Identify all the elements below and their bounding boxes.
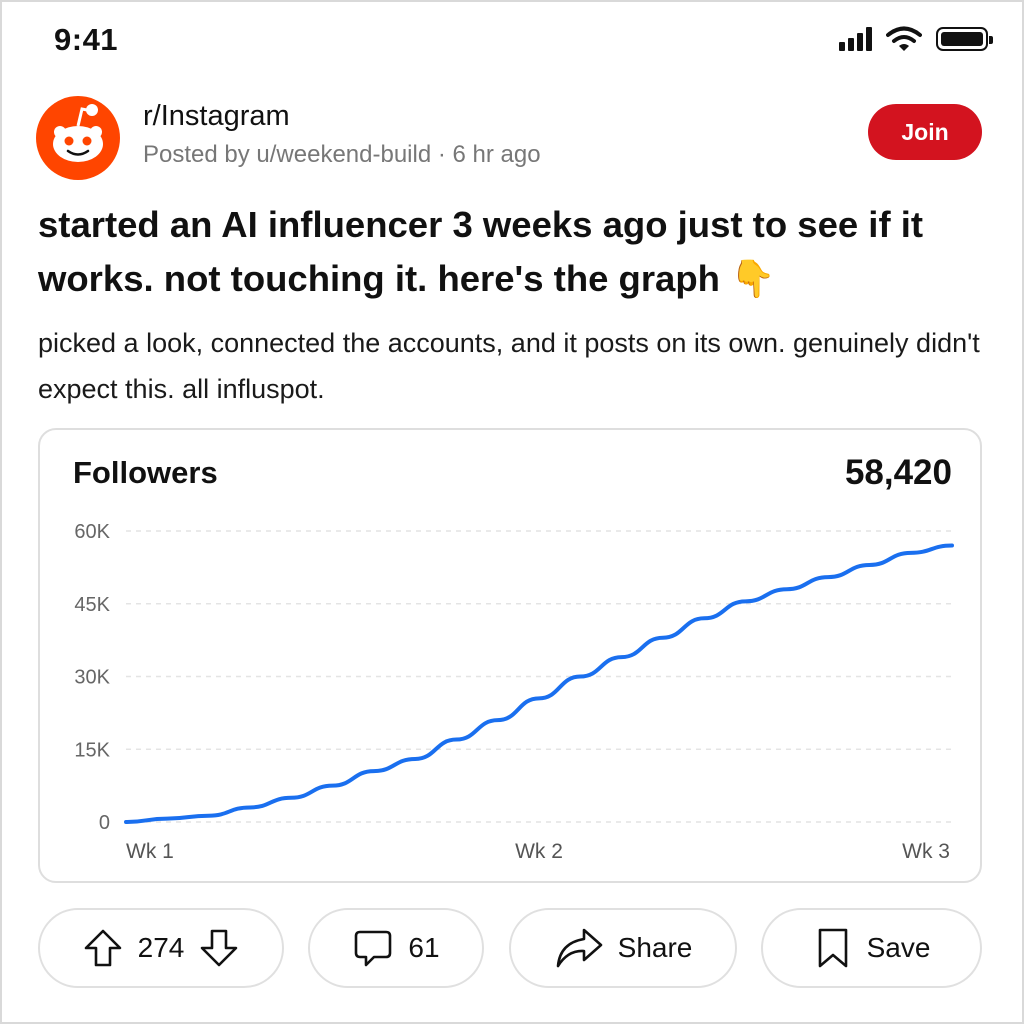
share-button[interactable]: Share	[509, 908, 737, 988]
chart-title: Followers	[73, 455, 218, 490]
comment-count: 61	[408, 932, 440, 963]
follower-total: 58,420	[844, 453, 952, 492]
y-tick-label: 0	[99, 812, 110, 834]
subreddit-name[interactable]: r/Instagram	[143, 100, 290, 133]
save-button[interactable]: Save	[761, 908, 982, 988]
post-meta: Posted by u/weekend-build · 6 hr ago	[143, 141, 541, 168]
post-title[interactable]: started an AI influencer 3 weeks ago jus…	[38, 198, 998, 306]
bookmark-icon	[818, 928, 847, 968]
followers-chart-card: 0 15K 30K 45K 60K Wk 1 Wk 2 Wk 3 Followers 58,4…	[38, 428, 982, 883]
wifi-icon	[886, 26, 922, 51]
arrow-down-icon[interactable]	[198, 927, 240, 969]
reddit-snoo-icon	[53, 104, 103, 162]
y-tick-label: 60K	[74, 521, 110, 543]
signal-bars-icon	[839, 27, 872, 51]
vote-bar: 274	[38, 908, 284, 988]
followers-line	[124, 543, 954, 824]
post-body: picked a look, connected the accounts, a…	[38, 328, 980, 404]
y-tick-label: 15K	[74, 739, 110, 761]
upvote-count: 274	[137, 932, 185, 963]
status-time: 9:41	[54, 22, 119, 57]
x-tick-label: Wk 3	[902, 840, 950, 863]
x-tick-label: Wk 2	[515, 840, 563, 863]
followers-chart: 0 15K 30K 45K 60K Wk 1 Wk 2 Wk 3	[74, 521, 954, 863]
comment-bubble-icon	[355, 930, 392, 967]
battery-icon	[936, 27, 993, 51]
comments-button[interactable]: 61	[308, 908, 484, 988]
share-label: Share	[617, 932, 693, 963]
arrow-up-icon[interactable]	[82, 927, 124, 969]
save-label: Save	[866, 932, 931, 963]
status-icons	[839, 26, 993, 52]
y-tick-label: 30K	[74, 667, 110, 689]
join-button[interactable]: Join	[868, 104, 982, 160]
subreddit-avatar[interactable]	[36, 96, 120, 180]
y-tick-label: 45K	[74, 594, 110, 616]
share-arrow-icon	[556, 928, 602, 968]
x-tick-label: Wk 1	[126, 840, 174, 863]
